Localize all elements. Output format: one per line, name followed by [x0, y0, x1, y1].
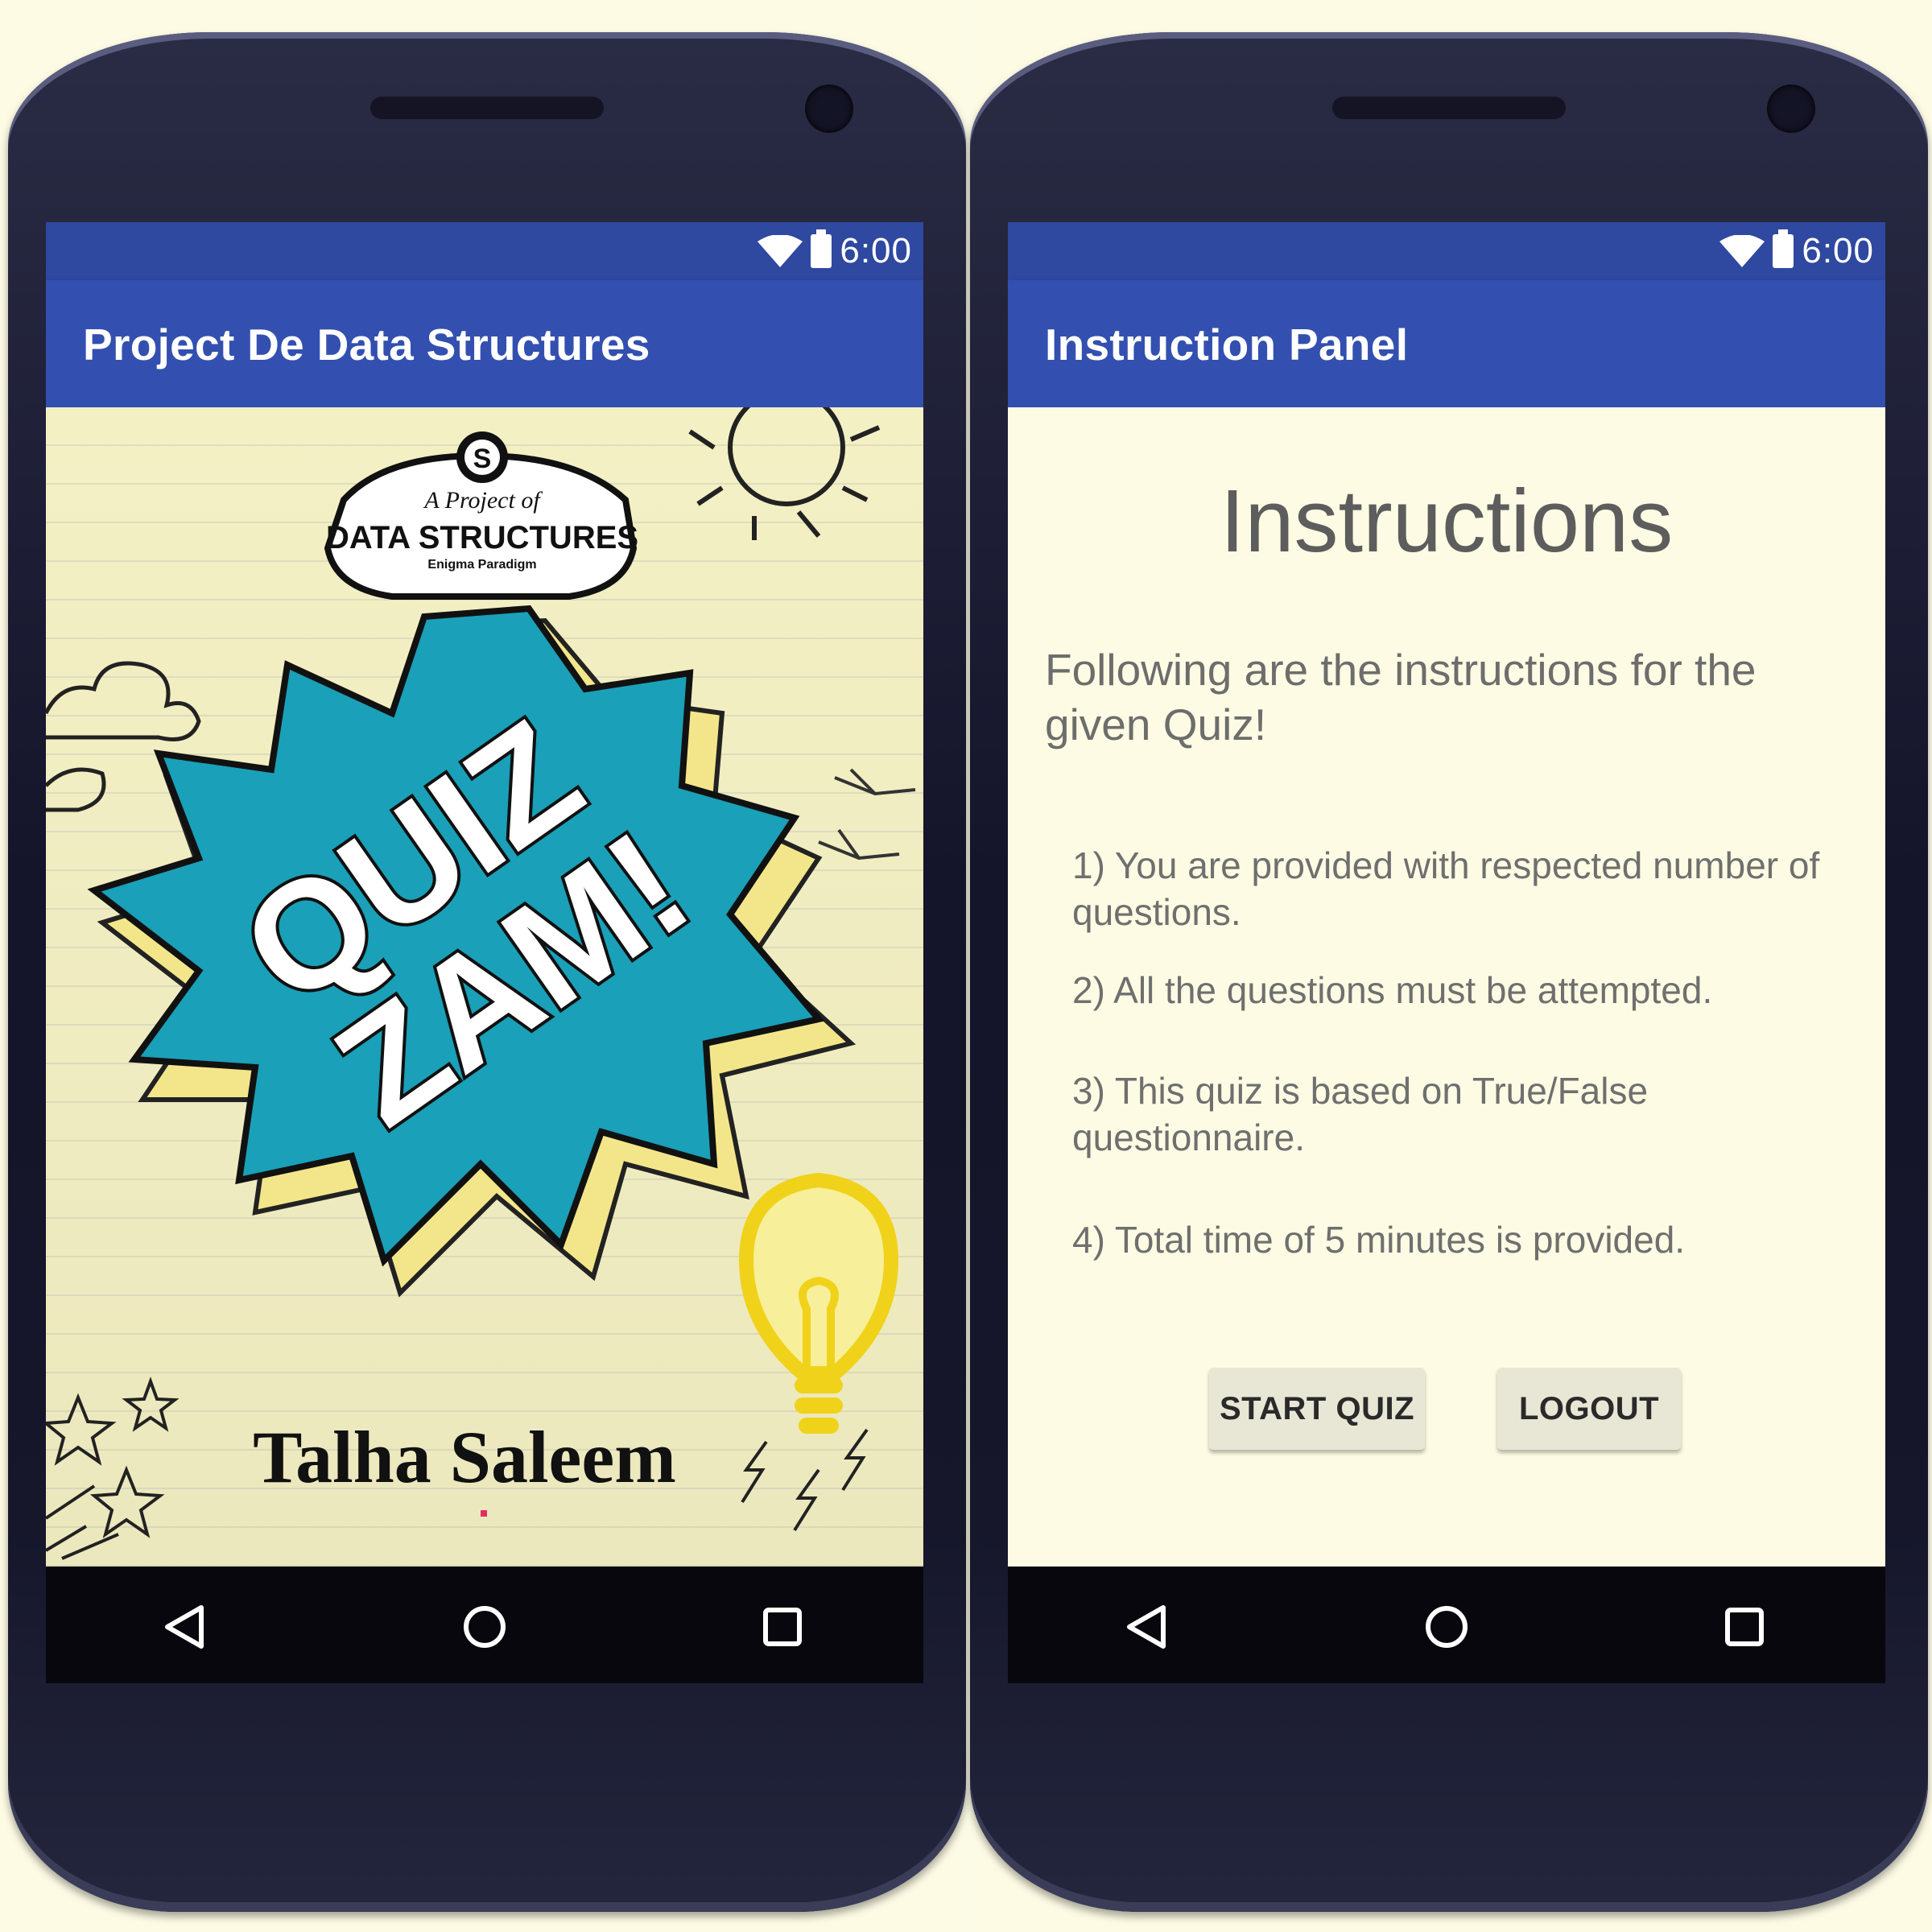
- front-camera: [805, 85, 853, 133]
- wifi-icon: [758, 235, 803, 267]
- badge-line1: A Project of: [423, 487, 543, 514]
- back-icon[interactable]: [153, 1595, 217, 1659]
- app-bar: Instruction Panel: [1008, 280, 1885, 407]
- speaker-grille: [1332, 97, 1566, 119]
- screen-left: 6:00 Project De Data Structures S A Proj…: [46, 222, 923, 1683]
- lightning-icon: [741, 1428, 869, 1532]
- status-bar: 6:00: [46, 222, 923, 280]
- home-icon[interactable]: [452, 1595, 517, 1659]
- rule-1: 1) You are provided with respected numbe…: [1072, 844, 1820, 933]
- author-name: Talha Saleem: [253, 1416, 676, 1498]
- recents-icon[interactable]: [750, 1595, 815, 1659]
- badge-line2: DATA STRUCTURES: [326, 520, 638, 555]
- app-title: Instruction Panel: [1045, 320, 1409, 369]
- instruction-content: Instructions Following are the instructi…: [1008, 407, 1885, 1567]
- phone-left: 6:00 Project De Data Structures S A Proj…: [8, 32, 966, 1912]
- notebook-paper-background: S A Project of DATA STRUCTURES Enigma Pa…: [46, 389, 923, 1567]
- status-bar: 6:00: [1008, 222, 1885, 280]
- app-title: Project De Data Structures: [83, 320, 650, 369]
- star-icon: [46, 1377, 180, 1560]
- phone-right: 6:00 Instruction Panel Instructions Foll…: [970, 32, 1928, 1912]
- navigation-bar: [1008, 1567, 1885, 1683]
- speaker-grille: [370, 97, 604, 119]
- logout-button[interactable]: LOGOUT: [1497, 1368, 1681, 1450]
- screen-right: 6:00 Instruction Panel Instructions Foll…: [1008, 222, 1885, 1683]
- page-title: Instructions: [1220, 472, 1674, 571]
- bird-icon: [818, 768, 916, 861]
- battery-icon: [811, 229, 832, 268]
- app-bar: Project De Data Structures: [46, 280, 923, 407]
- splash-content: S A Project of DATA STRUCTURES Enigma Pa…: [46, 389, 923, 1567]
- sun-icon: [688, 389, 881, 540]
- navigation-bar: [46, 1567, 923, 1683]
- recents-icon[interactable]: [1712, 1595, 1777, 1659]
- home-icon[interactable]: [1414, 1595, 1479, 1659]
- project-badge: S A Project of DATA STRUCTURES Enigma Pa…: [324, 431, 638, 600]
- status-time: 6:00: [1802, 231, 1874, 270]
- front-camera: [1767, 85, 1815, 133]
- start-quiz-button[interactable]: START QUIZ: [1209, 1368, 1425, 1450]
- accent-dot: [481, 1510, 487, 1517]
- rule-4: 4) Total time of 5 minutes is provided.: [1072, 1219, 1686, 1261]
- back-icon[interactable]: [1115, 1595, 1179, 1659]
- wifi-icon: [1719, 235, 1765, 267]
- badge-line3: Enigma Paradigm: [427, 558, 536, 572]
- badge-letter: S: [473, 444, 492, 474]
- instruction-panel: Instructions Following are the instructi…: [1008, 407, 1885, 1567]
- splash-art: S A Project of DATA STRUCTURES Enigma Pa…: [46, 389, 916, 1560]
- rule-3: 3) This quiz is based on True/False ques…: [1072, 1070, 1649, 1158]
- status-time: 6:00: [840, 231, 912, 270]
- battery-icon: [1773, 229, 1794, 268]
- intro-text: Following are the instructions for the g…: [1045, 645, 1757, 749]
- lightbulb-icon: [738, 1172, 899, 1434]
- rule-2: 2) All the questions must be attempted.: [1072, 969, 1713, 1011]
